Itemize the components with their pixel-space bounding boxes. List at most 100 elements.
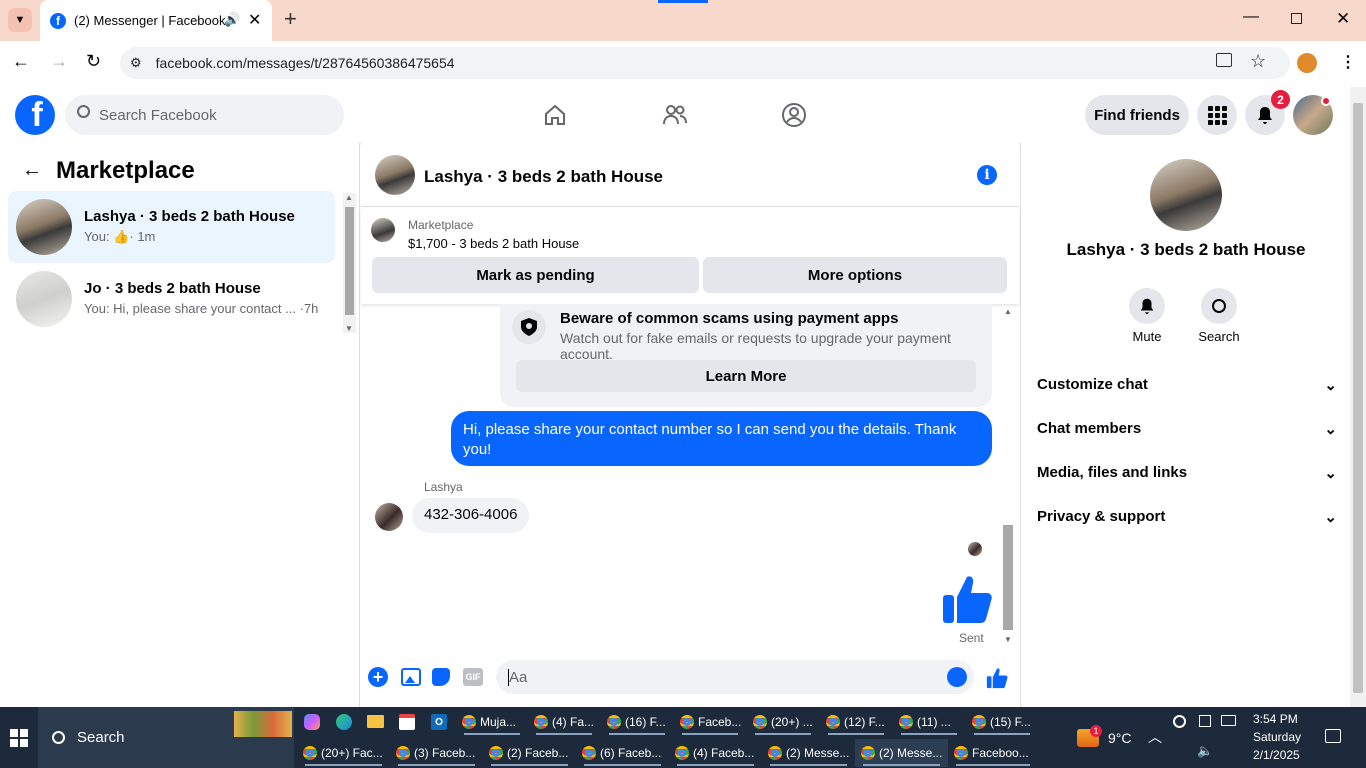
page-scrollbar[interactable]	[1350, 87, 1366, 707]
taskbar-app-16[interactable]: Faceboo...	[948, 739, 1038, 767]
tab-list-chevron-icon[interactable]: ▼	[8, 8, 32, 32]
photo-icon[interactable]	[401, 668, 421, 686]
chrome-icon	[582, 746, 596, 760]
restore-icon[interactable]	[1291, 13, 1302, 24]
taskbar-app-6[interactable]: (12) F...	[820, 708, 892, 736]
menu-grid-icon[interactable]	[1197, 95, 1237, 135]
page-scrollbar-thumb[interactable]	[1353, 103, 1363, 693]
browser-menu-icon[interactable]: ⋮	[1340, 52, 1356, 72]
chat-scrollbar-thumb[interactable]	[1003, 525, 1013, 630]
windows-taskbar: Search O Muja... (4) Fa... (16) F... Fac…	[0, 707, 1366, 768]
sender-avatar[interactable]	[375, 503, 403, 531]
search-conversation-button[interactable]	[1201, 288, 1237, 324]
taskbar-app-5[interactable]: (20+) ...	[747, 708, 819, 736]
tray-chevron-icon[interactable]: ︿	[1148, 727, 1162, 747]
listing-thumbnail[interactable]	[371, 218, 395, 242]
message-placeholder: Aa	[509, 669, 528, 686]
add-circle-icon[interactable]: +	[368, 667, 388, 687]
forward-icon[interactable]: →	[50, 51, 68, 72]
groups-icon[interactable]	[781, 102, 807, 128]
taskbar-search-box[interactable]: Search	[38, 707, 294, 768]
reload-icon[interactable]: ↻	[86, 51, 101, 72]
emoji-icon[interactable]	[947, 667, 967, 687]
mark-as-pending-button[interactable]: Mark as pending	[372, 257, 699, 293]
list-scrollbar[interactable]: ▲ ▼	[343, 193, 356, 333]
more-options-button[interactable]: More options	[703, 257, 1007, 293]
chrome-icon	[954, 746, 968, 760]
details-avatar[interactable]	[1150, 159, 1222, 231]
chrome-icon	[303, 746, 317, 760]
clock-date[interactable]: 2/1/2025	[1253, 748, 1300, 762]
info-icon[interactable]: i	[977, 165, 997, 185]
taskbar-app-15-active[interactable]: (2) Messe...	[855, 739, 948, 767]
search-icon	[77, 105, 90, 118]
store-icon[interactable]	[399, 714, 415, 730]
taskbar-app-9[interactable]: (20+) Fac...	[297, 739, 390, 767]
customize-chat-row[interactable]: Customize chat ⌄	[1037, 376, 1337, 394]
media-files-links-row[interactable]: Media, files and links ⌄	[1037, 464, 1337, 482]
chat-avatar[interactable]	[375, 155, 415, 195]
home-icon[interactable]	[543, 103, 567, 125]
chat-members-row[interactable]: Chat members ⌄	[1037, 420, 1337, 438]
bookmark-star-icon[interactable]: ☆	[1250, 51, 1266, 72]
chat-title[interactable]: Lashya · 3 beds 2 bath House	[424, 167, 663, 187]
minimize-icon[interactable]: —	[1243, 8, 1259, 26]
speaker-icon[interactable]: 🔊	[224, 12, 240, 28]
windows-start-icon[interactable]	[10, 729, 28, 747]
learn-more-button[interactable]: Learn More	[516, 360, 976, 392]
copilot-icon[interactable]	[304, 714, 320, 730]
site-info-icon[interactable]: ⚙	[130, 55, 142, 71]
facebook-logo-icon[interactable]: f	[15, 95, 55, 135]
privacy-support-row[interactable]: Privacy & support ⌄	[1037, 508, 1337, 526]
list-scrollbar-thumb[interactable]	[345, 207, 354, 315]
mute-button[interactable]	[1129, 288, 1165, 324]
taskbar-app-2[interactable]: (4) Fa...	[528, 708, 600, 736]
taskbar-app-1[interactable]: Muja...	[456, 708, 528, 736]
clock-day[interactable]: Saturday	[1253, 730, 1301, 744]
install-app-icon[interactable]	[1216, 53, 1232, 67]
chat-scrollbar[interactable]: ▲ ▼	[1001, 307, 1015, 644]
sticker-icon[interactable]	[432, 668, 450, 686]
outgoing-message-bubble[interactable]: Hi, please share your contact number so …	[451, 411, 992, 466]
conversation-item-lashya[interactable]: Lashya · 3 beds 2 bath House You: 👍· 1m	[8, 191, 335, 263]
address-bar[interactable]: ⚙ facebook.com/messages/t/28764560386475…	[120, 47, 1290, 79]
file-explorer-icon[interactable]	[367, 715, 384, 728]
taskbar-app-8[interactable]: (15) F...	[966, 708, 1038, 736]
taskbar-app-10[interactable]: (3) Faceb...	[390, 739, 483, 767]
taskbar-app-3[interactable]: (16) F...	[601, 708, 673, 736]
weather-temp[interactable]: 9°C	[1108, 730, 1132, 746]
conversation-item-jo[interactable]: Jo · 3 beds 2 bath House You: Hi, please…	[8, 263, 335, 335]
profile-icon[interactable]	[1297, 53, 1317, 73]
volume-icon[interactable]: 🔈	[1197, 743, 1213, 759]
screen-icon[interactable]	[1199, 715, 1211, 727]
taskbar-app-4[interactable]: Faceb...	[674, 708, 746, 736]
record-icon[interactable]	[1173, 715, 1186, 728]
taskbar-app-14[interactable]: (2) Messe...	[762, 739, 855, 767]
find-friends-button[interactable]: Find friends	[1085, 95, 1189, 135]
network-icon[interactable]	[1221, 715, 1236, 726]
message-input[interactable]: Aa	[496, 660, 974, 694]
listing-text[interactable]: $1,700 - 3 beds 2 bath House	[408, 236, 579, 251]
send-like-icon[interactable]	[986, 667, 1008, 689]
friends-icon[interactable]	[662, 102, 688, 128]
back-arrow-icon[interactable]: ←	[22, 159, 42, 182]
incoming-message-bubble[interactable]: 432-306-4006	[412, 498, 530, 533]
taskbar-app-12[interactable]: (6) Faceb...	[576, 739, 669, 767]
browser-tab[interactable]: f (2) Messenger | Facebook 🔊 ✕	[40, 0, 272, 41]
taskbar-app-7[interactable]: (11) ...	[893, 708, 965, 736]
large-thumbs-up-icon[interactable]	[941, 573, 997, 629]
taskbar-app-11[interactable]: (2) Faceb...	[483, 739, 576, 767]
gif-icon[interactable]: GIF	[463, 668, 483, 686]
window-close-icon[interactable]: ✕	[1336, 9, 1350, 29]
facebook-search-input[interactable]: Search Facebook	[65, 95, 344, 135]
notification-center-icon[interactable]	[1325, 729, 1341, 743]
back-icon[interactable]: ←	[12, 51, 30, 72]
new-tab-icon[interactable]: +	[284, 6, 297, 32]
conversation-details-panel: Lashya · 3 beds 2 bath House Mute Search…	[1020, 143, 1350, 707]
tab-close-icon[interactable]: ✕	[248, 10, 261, 30]
outlook-icon[interactable]: O	[431, 714, 447, 730]
chrome-icon	[753, 715, 767, 729]
edge-icon[interactable]	[336, 714, 352, 730]
taskbar-app-13[interactable]: (4) Faceb...	[669, 739, 762, 767]
clock-time[interactable]: 3:54 PM	[1253, 712, 1298, 726]
